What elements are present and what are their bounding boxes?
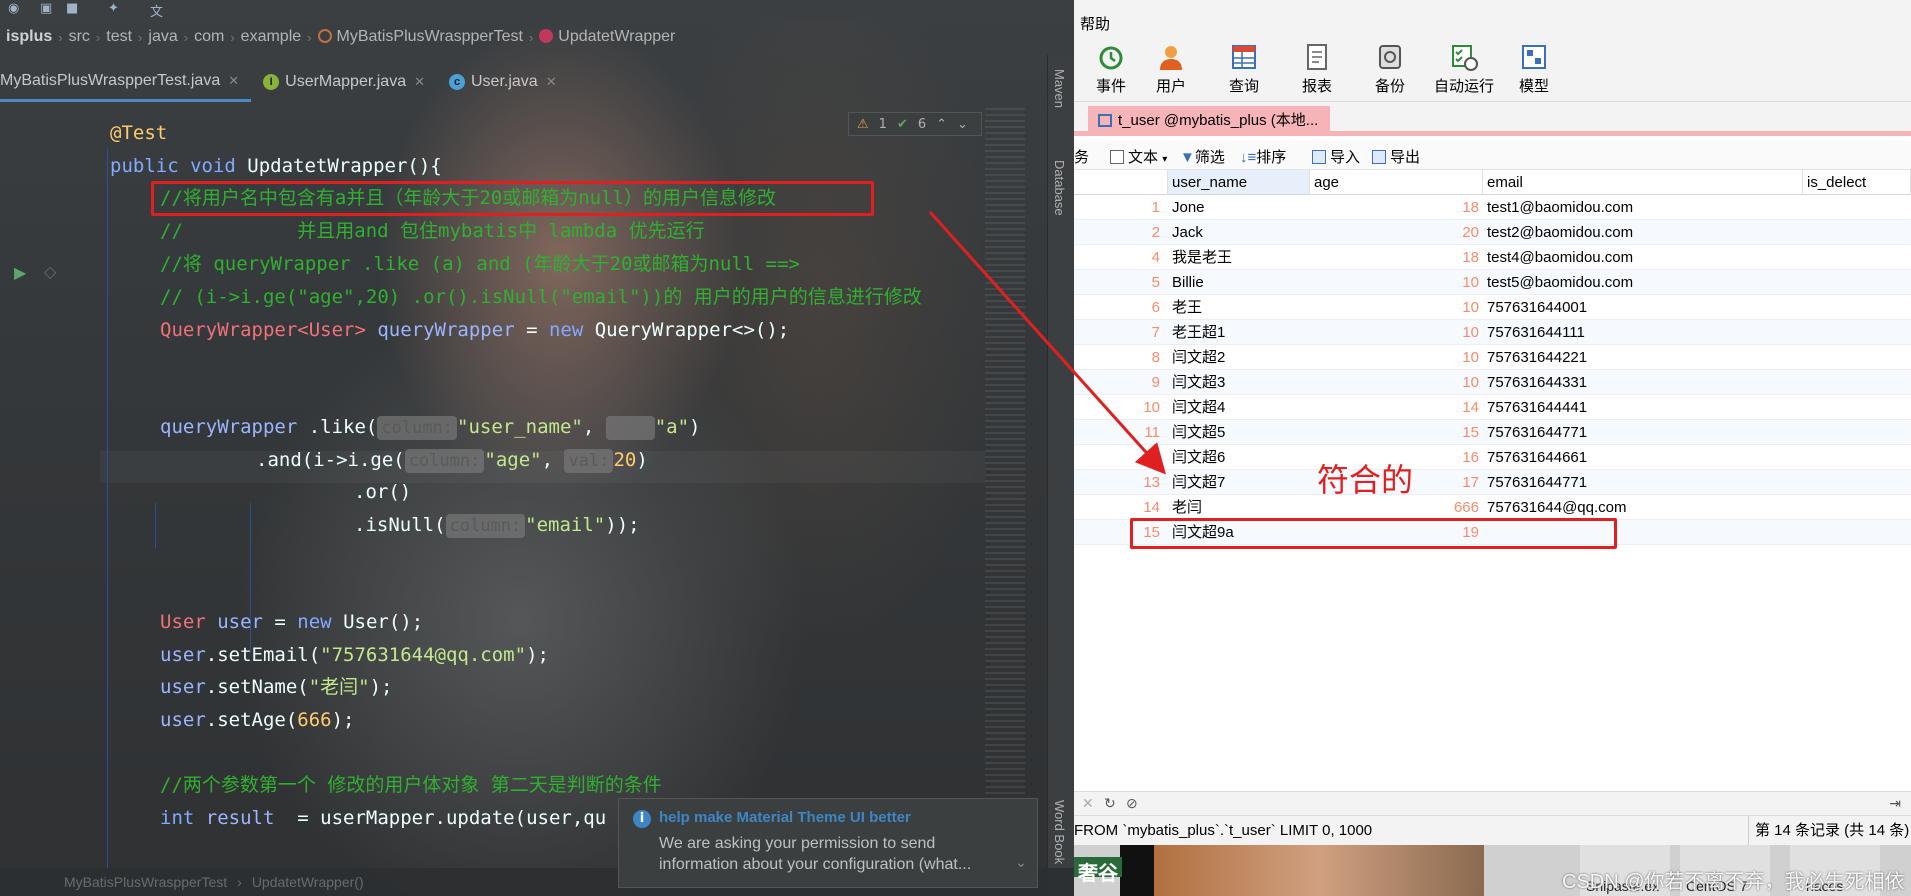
highlight-box-matching-row <box>1130 518 1617 549</box>
annotation-label: 符合的 <box>1317 462 1414 498</box>
annotation-overlay <box>928 210 1167 475</box>
annotation-arrow <box>928 210 1167 475</box>
